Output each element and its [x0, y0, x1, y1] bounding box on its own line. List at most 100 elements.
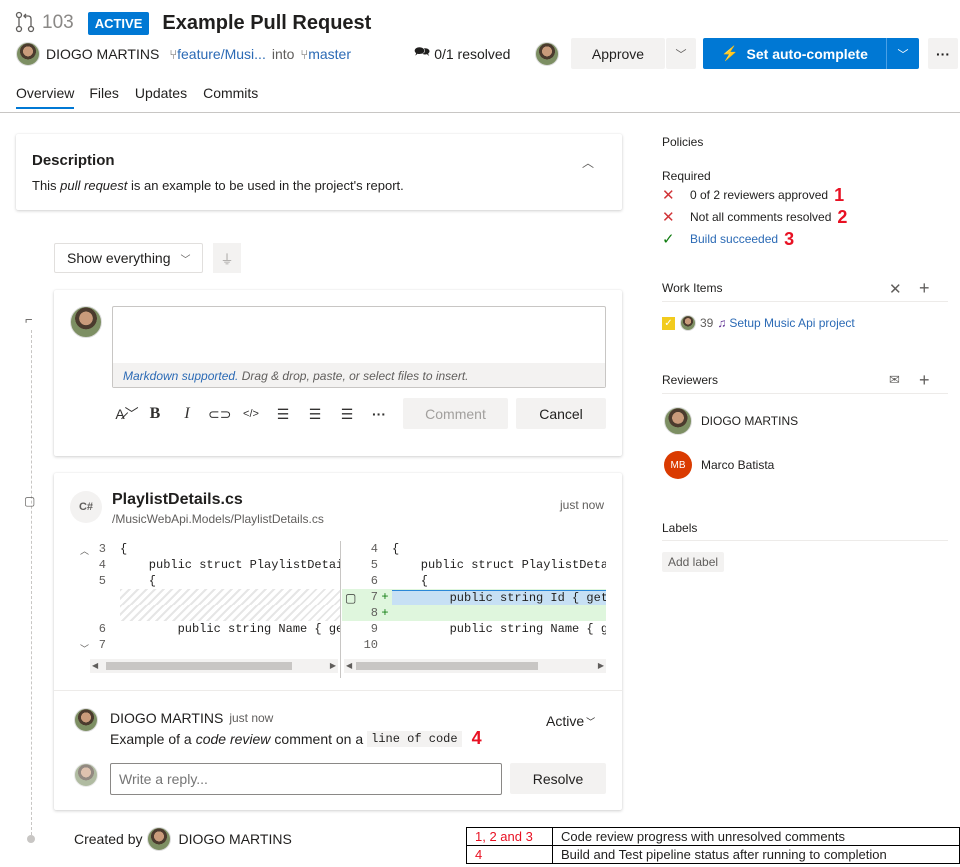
music-icon: ♫ — [717, 316, 727, 330]
comment-marker-icon[interactable]: ▢ — [345, 591, 356, 605]
new-comment-card: Markdown supported. Drag & drop, paste, … — [54, 290, 622, 456]
scroll-left-icon[interactable]: ◀ — [346, 661, 352, 670]
author-name[interactable]: DIOGO MARTINS — [46, 46, 159, 62]
code-text: public string Name { get — [120, 622, 340, 636]
work-item-link[interactable]: Setup Music Api project — [729, 316, 854, 330]
scroll-left-icon[interactable]: ◀ — [92, 661, 98, 670]
timeline-end-dot — [27, 835, 35, 843]
description-text-part: is an example to be used in the project'… — [127, 178, 404, 193]
diff-line: 3{ — [70, 541, 340, 557]
creator-avatar — [147, 827, 172, 851]
legend-key: 4 — [466, 845, 553, 864]
comment-textarea[interactable]: Markdown supported. Drag & drop, paste, … — [112, 306, 606, 388]
tab-divider — [0, 112, 960, 113]
policy-text: Not all comments resolved — [690, 210, 832, 224]
code-icon[interactable]: </> — [240, 408, 262, 420]
chevron-down-icon: ﹀ — [586, 716, 596, 727]
code-text — [120, 605, 340, 621]
bullet-list-icon[interactable]: ☰ — [272, 406, 294, 423]
diff-line: 8 + — [342, 605, 606, 621]
policy-text[interactable]: Build succeeded — [690, 232, 778, 246]
target-branch-link[interactable]: master — [308, 46, 351, 62]
cancel-button[interactable]: Cancel — [516, 398, 606, 429]
branch-icon: ⑂ — [300, 46, 309, 62]
numbered-list-icon[interactable]: ☰ — [304, 406, 326, 423]
diff-mark: + — [381, 606, 389, 620]
line-number: 10 — [363, 638, 378, 652]
right-horizontal-scrollbar[interactable]: ◀ ▶ — [344, 659, 606, 673]
comment-status-dropdown[interactable]: Active ﹀ — [546, 713, 595, 729]
pr-title-bar: 103 ACTIVE Example Pull Request — [14, 10, 371, 36]
remove-work-item-icon[interactable]: ✕ — [889, 280, 902, 298]
policy-item: ✕ 0 of 2 reviewers approved 1 — [662, 184, 847, 206]
more-formatting-icon[interactable]: ··· — [368, 406, 390, 422]
more-actions-button[interactable]: ··· — [928, 38, 958, 69]
scroll-right-icon[interactable]: ▶ — [598, 661, 604, 670]
reviewer-item[interactable]: DIOGO MARTINS — [664, 407, 798, 435]
checklist-icon[interactable]: ☰ — [336, 406, 358, 423]
legend-row: 1, 2 and 3 Code review progress with unr… — [466, 827, 960, 846]
work-item-avatar — [680, 315, 696, 331]
legend-table: 1, 2 and 3 Code review progress with unr… — [466, 827, 960, 864]
scrollbar-thumb[interactable] — [106, 662, 292, 670]
show-everything-dropdown[interactable]: Show everything ﹀ — [54, 243, 203, 273]
add-label-button[interactable]: Add label — [662, 552, 725, 572]
comment-status: Active — [546, 713, 585, 729]
source-branch-link[interactable]: feature/Musi... — [177, 46, 266, 62]
collapse-chevron-icon[interactable]: ︿ — [582, 154, 594, 171]
file-name-link[interactable]: PlaylistDetails.cs — [112, 491, 243, 509]
csharp-file-icon: C# — [70, 491, 102, 523]
description-text-emphasis: pull request — [60, 178, 128, 193]
set-autocomplete-button[interactable]: ⚡ Set auto-complete — [703, 38, 886, 69]
left-horizontal-scrollbar[interactable]: ◀ ▶ — [90, 659, 338, 673]
tab-overview[interactable]: Overview — [16, 85, 75, 109]
scroll-right-icon[interactable]: ▶ — [330, 661, 336, 670]
resolved-status[interactable]: 🗪 0/1 resolved — [414, 44, 510, 64]
tab-commits[interactable]: Commits — [203, 85, 258, 109]
work-item[interactable]: ✓ 39 ♫ Setup Music Api project — [662, 315, 855, 331]
cross-icon: ✕ — [662, 209, 675, 226]
code-text: { — [120, 574, 157, 588]
filter-dropdown-label: Show everything — [67, 250, 171, 266]
policy-item: ✕ Not all comments resolved 2 — [662, 206, 847, 228]
reviewer-item[interactable]: MB Marco Batista — [664, 451, 774, 479]
check-icon: ✓ — [662, 231, 675, 248]
resolve-button[interactable]: Resolve — [510, 763, 606, 794]
add-work-item-icon[interactable]: + — [919, 278, 930, 299]
autocomplete-dropdown-button[interactable]: ﹀ — [887, 38, 919, 69]
diff-line — [70, 605, 340, 621]
tab-updates[interactable]: Updates — [135, 85, 187, 109]
file-comment-card: C# PlaylistDetails.cs /MusicWebApi.Model… — [54, 473, 622, 810]
reviewer-initials-avatar: MB — [664, 451, 692, 479]
annotation-number: 4 — [471, 728, 482, 748]
italic-icon[interactable]: I — [176, 405, 198, 423]
email-reviewers-icon[interactable]: ✉ — [889, 372, 900, 388]
comment-button[interactable]: Comment — [403, 398, 508, 429]
line-number: 5 — [98, 574, 106, 588]
policy-item[interactable]: ✓ Build succeeded 3 — [662, 228, 847, 250]
reply-input[interactable] — [110, 763, 502, 795]
text-style-icon[interactable]: A̷﹀ — [112, 404, 142, 424]
clear-filter-button[interactable]: ⏚ — [213, 243, 241, 273]
scrollbar-thumb[interactable] — [356, 662, 538, 670]
creator-name[interactable]: DIOGO MARTINS — [178, 831, 291, 847]
reviewer-name: DIOGO MARTINS — [701, 414, 799, 428]
approve-dropdown-button[interactable]: ﹀ — [666, 38, 696, 69]
work-items-heading: Work Items — [662, 281, 723, 295]
add-reviewer-icon[interactable]: + — [919, 370, 930, 391]
bold-icon[interactable]: B — [144, 405, 166, 423]
labels-divider — [662, 540, 948, 541]
code-text: public struct PlaylistDetai — [392, 558, 606, 572]
approve-button[interactable]: Approve — [571, 38, 665, 69]
current-user-avatar[interactable] — [535, 42, 559, 66]
diff-line: 6 public string Name { get — [70, 621, 340, 637]
markdown-supported-link[interactable]: Markdown supported. — [123, 369, 238, 383]
reviewers-divider — [662, 393, 948, 394]
link-icon[interactable]: ⊂⊃ — [208, 406, 231, 423]
filter-clear-icon: ⏚ — [220, 251, 234, 267]
tab-files[interactable]: Files — [89, 85, 119, 109]
line-number: 3 — [98, 542, 106, 556]
chevron-down-icon: ﹀ — [180, 254, 191, 266]
comment-author[interactable]: DIOGO MARTINS — [110, 710, 223, 726]
created-by: Created by DIOGO MARTINS — [74, 827, 292, 851]
